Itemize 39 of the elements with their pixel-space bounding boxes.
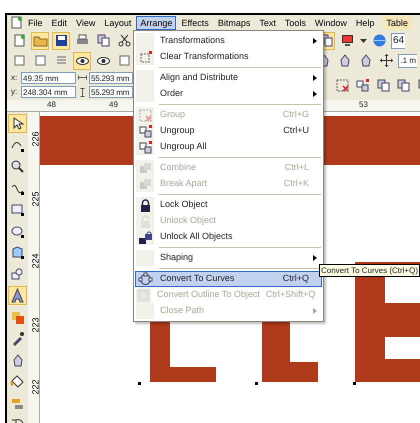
ruler-label: 53 (359, 100, 368, 109)
x-label: x: (11, 72, 18, 84)
height-field[interactable]: 55.293 mm (89, 86, 133, 98)
menu-item[interactable]: Text (255, 16, 280, 30)
ruler-label: 222 (30, 379, 41, 394)
menu-item[interactable]: Unlock All Objects (135, 229, 322, 245)
menu-item[interactable]: Arrange (136, 16, 176, 30)
menu-item[interactable]: Clear Transformations (135, 49, 322, 65)
menu-item[interactable]: Convert To Curves Ctrl+Q (135, 271, 322, 287)
menu-item[interactable]: Ungroup All (135, 139, 322, 155)
y-label: y: (11, 86, 18, 98)
menu-item[interactable]: Edit (48, 16, 72, 30)
menu-item[interactable]: Window (310, 16, 351, 30)
menu-item[interactable]: Layout (100, 16, 136, 30)
y-field[interactable]: 248.304 mm (21, 86, 76, 98)
ruler-label: 226 (30, 131, 41, 146)
menu-item[interactable]: Transformations (135, 33, 322, 49)
menu-item[interactable]: Align and Distribute (135, 70, 322, 86)
menu-item[interactable]: Order (135, 86, 322, 102)
tooltip: Convert To Curves (Ctrl+Q) (319, 264, 420, 277)
menu-item[interactable]: Ungroup Ctrl+U (135, 123, 322, 139)
ruler-label: 225 (30, 191, 41, 206)
x-field[interactable]: 49.35 mm (21, 72, 76, 84)
menu-item[interactable]: View (72, 16, 100, 30)
ruler-label: 49 (109, 100, 118, 109)
zoom-field[interactable]: 64 (391, 32, 406, 49)
ruler-label: 223 (30, 317, 41, 332)
menu-item[interactable]: Effects (177, 16, 213, 30)
ruler-label: 224 (30, 253, 41, 268)
nudge-field[interactable]: .1 m (398, 54, 417, 68)
menu-item[interactable]: Table (382, 16, 412, 30)
menu-item[interactable]: Lock Object (135, 197, 322, 213)
menu-item[interactable]: Bitmaps (214, 16, 254, 30)
ruler-label: 48 (47, 100, 56, 109)
menu-item[interactable]: Shaping (135, 250, 322, 266)
menu-item[interactable]: Tools (280, 16, 310, 30)
width-field[interactable]: 55.293 mm (89, 72, 133, 84)
menu-item[interactable]: File (24, 16, 47, 30)
menu-item[interactable]: Help (352, 16, 378, 30)
